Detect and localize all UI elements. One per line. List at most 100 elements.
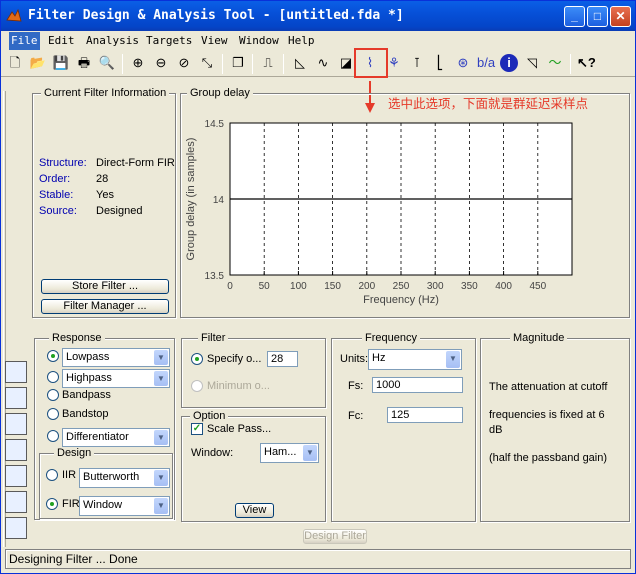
window-select-value: Ham... (264, 446, 297, 458)
fs-input[interactable]: 1000 (372, 377, 463, 393)
minimum-order-radio[interactable] (191, 380, 203, 392)
minimize-button[interactable]: _ (564, 6, 585, 27)
plot-panel-title: Group delay (187, 87, 253, 99)
open-icon[interactable]: 📂 (29, 54, 47, 72)
highpass-select[interactable]: Highpass ▼ (62, 369, 170, 388)
close-button[interactable]: ✕ (610, 6, 631, 27)
menu-targets[interactable]: Targets (144, 34, 194, 47)
filter-manager-button[interactable]: Filter Manager ... (41, 299, 169, 314)
zoom-x-icon[interactable]: ⊖ (152, 54, 170, 72)
stable-value: Yes (96, 189, 114, 201)
menu-file[interactable]: File (9, 32, 40, 50)
iir-method-select[interactable]: Butterworth ▼ (79, 468, 170, 488)
window-title: Filter Design & Analysis Tool - [untitle… (28, 8, 404, 23)
new-figure-icon[interactable]: ❐ (229, 54, 247, 72)
order-value: 28 (96, 173, 109, 185)
design-filter-mode-icon[interactable] (5, 517, 27, 539)
maximize-button[interactable]: □ (587, 6, 608, 27)
print-preview-icon[interactable]: 🔍 (98, 54, 116, 72)
magnitude-response-icon[interactable]: ◺ (291, 54, 309, 72)
print-icon[interactable]: 🖶 (75, 54, 93, 72)
multirate-icon[interactable] (5, 491, 27, 513)
new-icon[interactable]: 🗋 (6, 54, 24, 72)
magnitude-text-line-4: (half the passband gain) (489, 452, 608, 464)
toolbar-separator (222, 54, 223, 74)
bandpass-radio[interactable] (47, 389, 59, 401)
menu-analysis[interactable]: Analysis (84, 34, 141, 47)
pole-zero-editor-icon[interactable] (5, 361, 27, 383)
source-value: Designed (96, 205, 143, 217)
title-bar[interactable]: Filter Design & Analysis Tool - [untitle… (1, 1, 635, 31)
toolbar-separator (122, 54, 123, 74)
toolbar-separator (252, 54, 253, 74)
noise-power-icon[interactable]: 〜 (546, 54, 564, 72)
step-response-icon[interactable]: ⎣ (431, 54, 449, 72)
impulse-response-icon[interactable]: ⊺ (408, 54, 426, 72)
pole-zero-icon[interactable]: ⊛ (454, 54, 472, 72)
menu-view[interactable]: View (199, 34, 230, 47)
matlab-logo-icon (6, 8, 22, 22)
units-select[interactable]: Hz ▼ (368, 349, 462, 370)
lowpass-select-value: Lowpass (66, 351, 110, 363)
order-label: Order: (39, 173, 71, 185)
status-text: Designing Filter ... Done (9, 552, 138, 566)
specify-order-radio[interactable] (191, 353, 203, 365)
filter-order-panel: Filter Specify o... 28 Minimum o... (181, 332, 326, 408)
highpass-radio[interactable] (47, 371, 59, 383)
menu-window[interactable]: Window (237, 34, 281, 47)
differentiator-radio[interactable] (47, 430, 59, 442)
magnitude-phase-icon[interactable]: ◪ (337, 54, 355, 72)
full-view-icon[interactable]: ⤡ (198, 54, 216, 72)
bandstop-label: Bandstop (62, 408, 109, 420)
zoom-in-icon[interactable]: ⊕ (129, 54, 147, 72)
menu-edit[interactable]: Edit (46, 34, 77, 47)
menu-help[interactable]: Help (286, 34, 317, 47)
side-toolbar (1, 77, 31, 547)
filter-coefficients-icon[interactable]: b/a (477, 54, 495, 72)
save-icon[interactable]: 💾 (52, 54, 70, 72)
fir-radio[interactable] (46, 498, 58, 510)
bandstop-radio[interactable] (47, 408, 59, 420)
options-title: Option (190, 410, 229, 422)
lowpass-radio[interactable] (47, 350, 59, 362)
x-tick-label: 350 (461, 281, 478, 292)
lowpass-select[interactable]: Lowpass ▼ (62, 348, 170, 367)
iir-radio[interactable] (46, 469, 58, 481)
x-tick-label: 100 (290, 281, 307, 292)
fir-method-select[interactable]: Window ▼ (79, 496, 170, 516)
magnitude-text-line-3: dB (489, 424, 503, 436)
phase-response-icon[interactable]: ∿ (314, 54, 332, 72)
fs-label: Fs: (348, 380, 364, 392)
chevron-down-icon: ▼ (154, 498, 168, 514)
main-window: Filter Design & Analysis Tool - [untitle… (0, 0, 636, 574)
menu-bar: File Edit Analysis Targets View Window H… (1, 31, 635, 51)
y-tick-label: 14 (213, 195, 225, 206)
order-input[interactable]: 28 (267, 351, 298, 367)
fc-input[interactable]: 125 (387, 407, 463, 423)
zoom-y-icon[interactable]: ⊘ (175, 54, 193, 72)
filter-info-icon[interactable]: i (500, 54, 518, 72)
store-filter-button[interactable]: Store Filter ... (41, 279, 169, 294)
x-tick-label: 0 (227, 281, 233, 292)
import-filter-icon[interactable] (5, 439, 27, 461)
magnitude-estimate-icon[interactable]: ◹ (523, 54, 541, 72)
frequency-title: Frequency (362, 332, 420, 344)
magnitude-panel: Magnitude The attenuation at cutoff freq… (480, 332, 630, 522)
chevron-down-icon: ▼ (446, 351, 460, 368)
quantize-icon[interactable] (5, 465, 27, 487)
whats-this-help-icon[interactable]: ↖? (577, 54, 596, 72)
scale-passband-checkbox[interactable]: ✓ (191, 423, 203, 435)
transform-filter-icon[interactable] (5, 387, 27, 409)
realize-model-icon[interactable] (5, 413, 27, 435)
view-button[interactable]: View (235, 503, 274, 518)
x-axis-label: Frequency (Hz) (363, 294, 439, 306)
response-title: Response (49, 332, 105, 344)
iir-label: IIR (62, 469, 77, 481)
filter-specs-icon[interactable]: ⎍ (259, 54, 277, 72)
current-filter-panel: Current Filter Information Structure: Di… (32, 87, 176, 318)
chevron-down-icon: ▼ (154, 470, 168, 486)
differentiator-select[interactable]: Differentiator ▼ (62, 428, 170, 447)
minimum-order-label: Minimum o... (207, 380, 270, 392)
window-select[interactable]: Ham... ▼ (260, 443, 319, 463)
design-filter-button[interactable]: Design Filter (303, 529, 367, 544)
